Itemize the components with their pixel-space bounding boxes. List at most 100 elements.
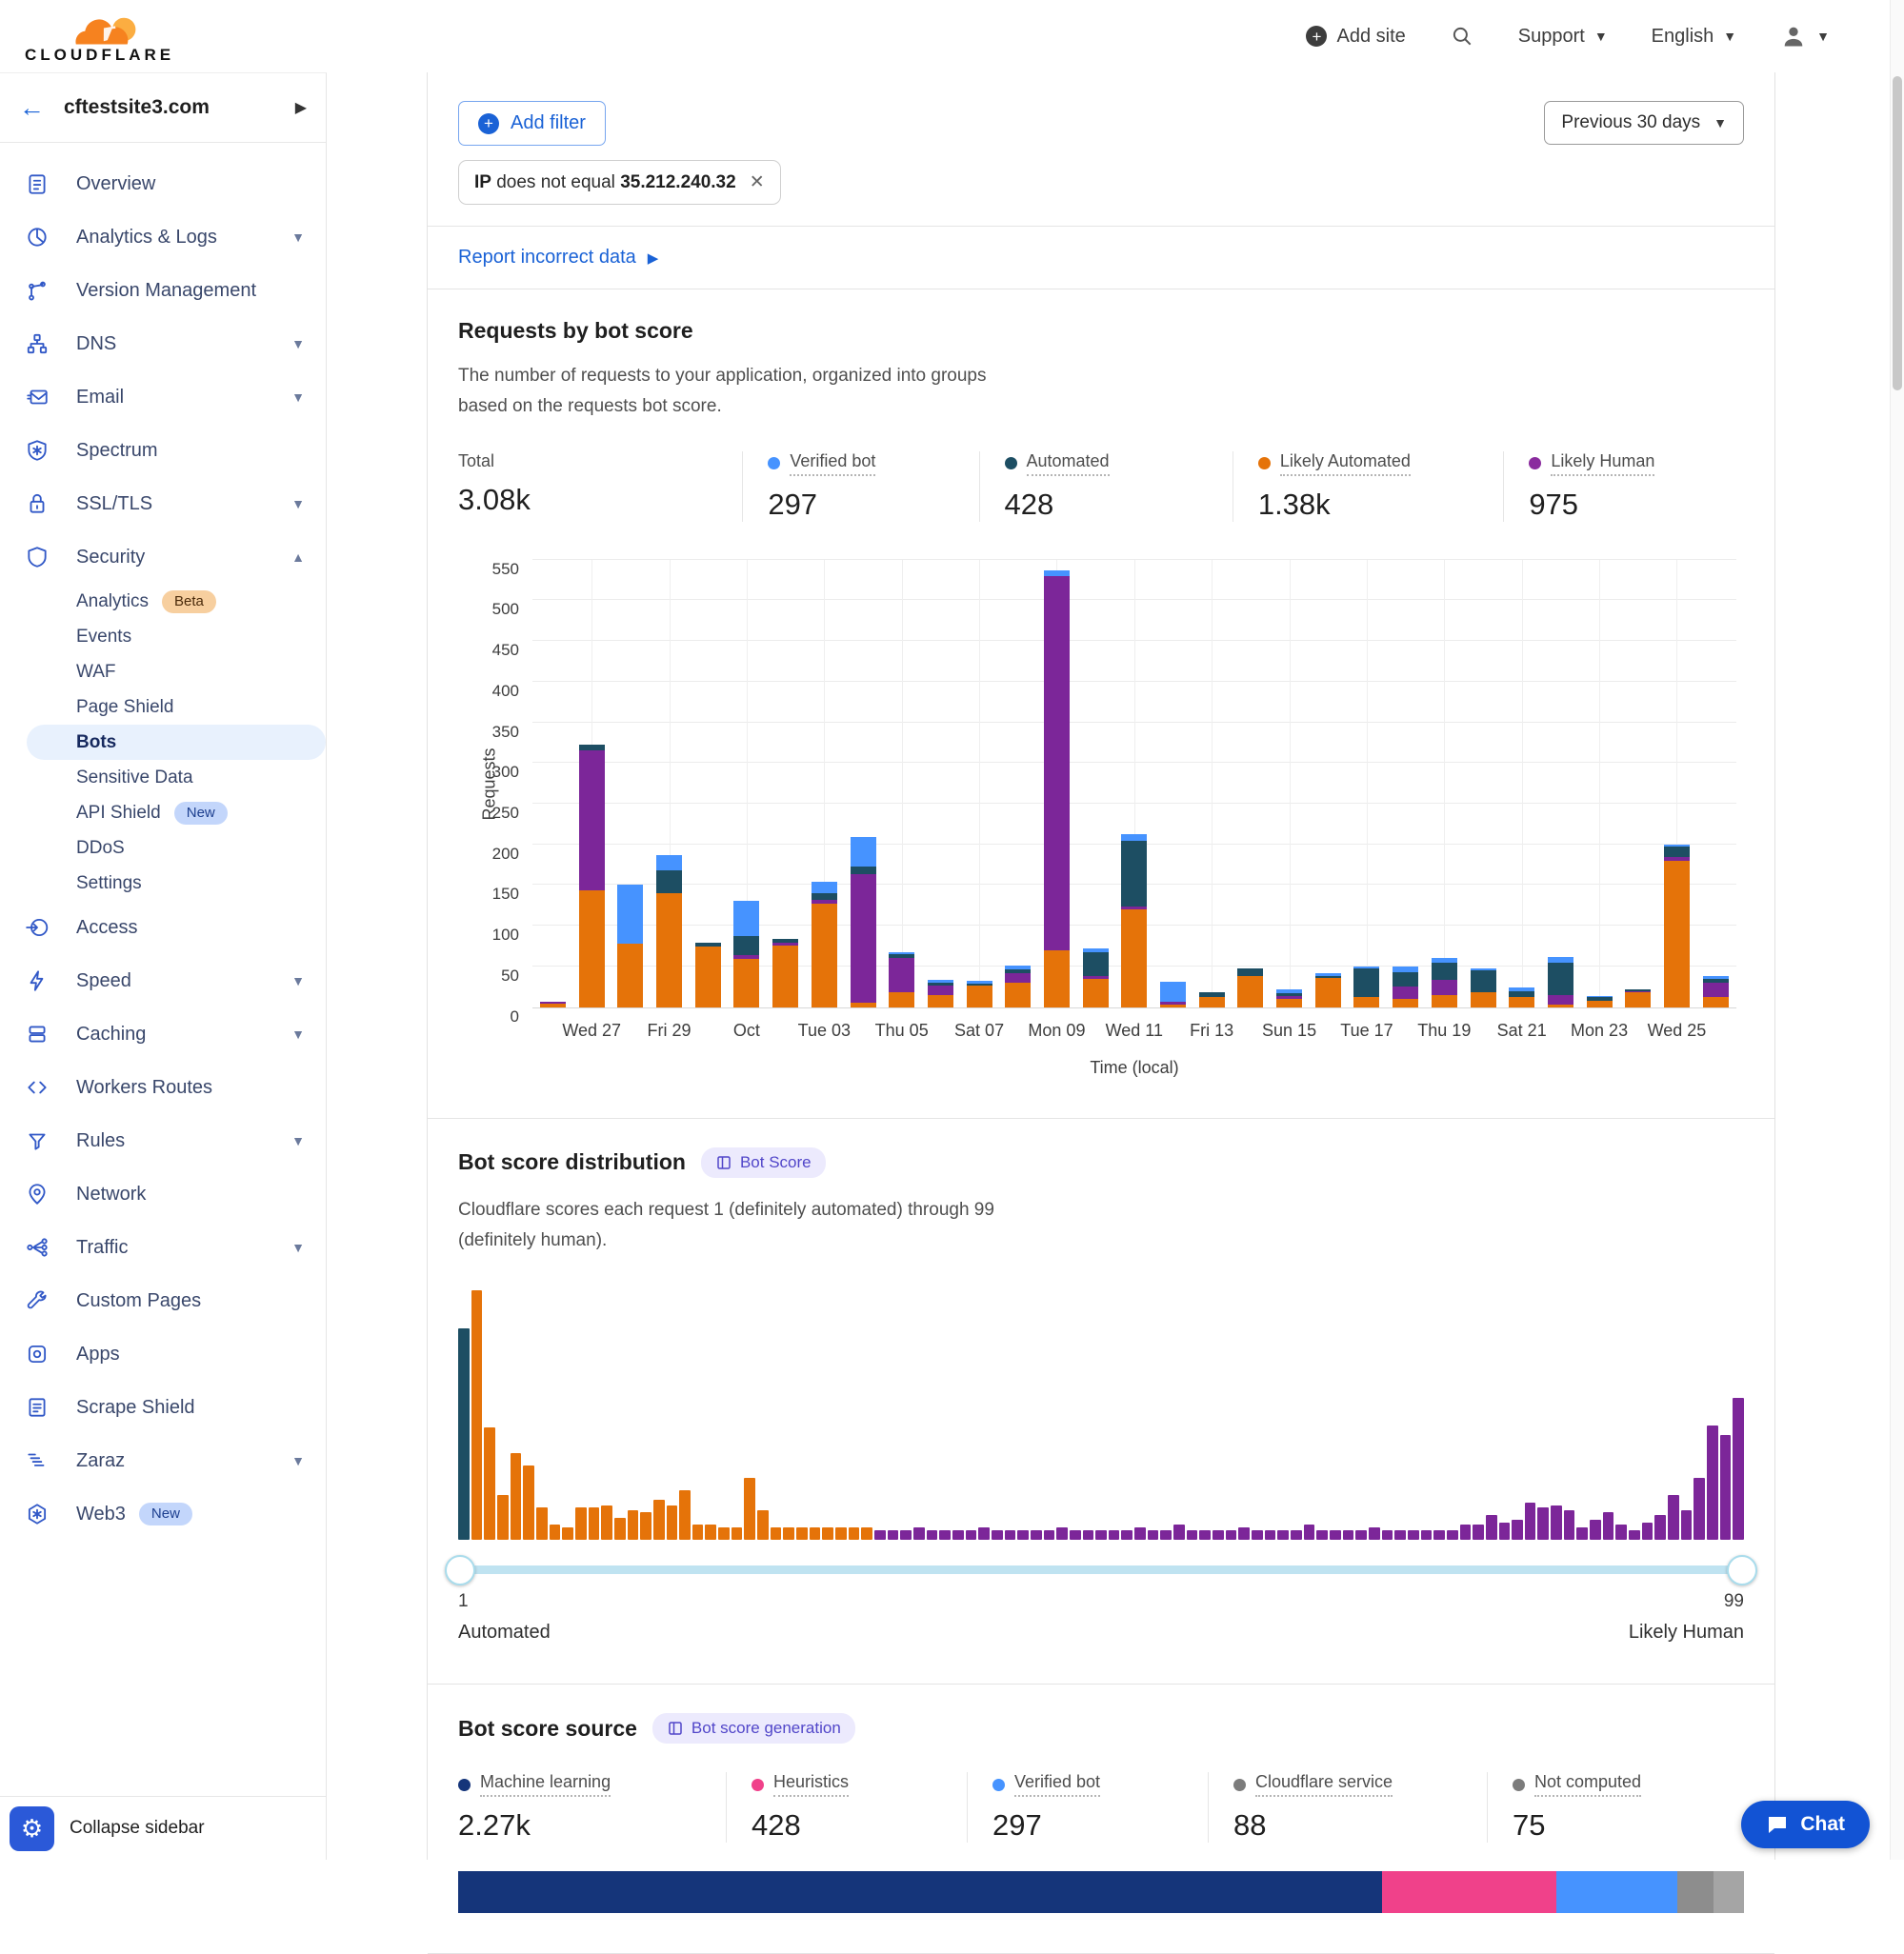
stat-label-text[interactable]: Verified bot [1014, 1772, 1100, 1797]
chart-bar[interactable]: Thu 05 [889, 560, 914, 1007]
stat-label-text[interactable]: Likely Human [1551, 451, 1654, 476]
histogram-bin[interactable] [523, 1466, 534, 1541]
chart-bar[interactable]: Sun 15 [1276, 560, 1302, 1007]
stat-label-text[interactable]: Cloudflare service [1255, 1772, 1393, 1797]
account-menu[interactable]: ▼ [1780, 23, 1830, 50]
histogram-bin[interactable] [718, 1527, 730, 1540]
histogram-bin[interactable] [1512, 1520, 1523, 1540]
sidebar-item-speed[interactable]: Speed▼ [0, 954, 326, 1007]
chart-bar[interactable]: Thu 19 [1432, 560, 1457, 1007]
histogram-bin[interactable] [628, 1510, 639, 1540]
histogram-bin[interactable] [1213, 1530, 1224, 1540]
histogram-bin[interactable] [1160, 1530, 1172, 1540]
histogram-bin[interactable] [732, 1527, 743, 1540]
chart-bar[interactable]: Mon 09 [1044, 560, 1070, 1007]
chart-bar[interactable] [1315, 560, 1341, 1007]
histogram-bin[interactable] [1499, 1523, 1511, 1540]
histogram-bin[interactable] [1148, 1530, 1159, 1540]
close-icon[interactable]: ✕ [750, 171, 765, 193]
quick-settings-button[interactable]: ⚙ [10, 1806, 54, 1851]
histogram-bin[interactable] [1681, 1510, 1693, 1540]
histogram-bin[interactable] [589, 1507, 600, 1540]
sidebar-item-bots[interactable]: Bots [27, 725, 326, 760]
chart-bar[interactable] [1005, 560, 1031, 1007]
histogram-bin[interactable] [1629, 1530, 1640, 1540]
histogram-bin[interactable] [822, 1527, 833, 1540]
sidebar-item-custom-pages[interactable]: Custom Pages [0, 1274, 326, 1327]
histogram-bin[interactable] [653, 1500, 665, 1540]
histogram-bin[interactable] [1044, 1530, 1055, 1540]
sidebar-item-waf[interactable]: WAF [0, 654, 326, 689]
histogram-bin[interactable] [1343, 1530, 1354, 1540]
sidebar-item-dns[interactable]: DNS▼ [0, 317, 326, 370]
sidebar-item-analytics-logs[interactable]: Analytics & Logs▼ [0, 210, 326, 264]
histogram-bin[interactable] [810, 1527, 821, 1540]
bot-score-generation-badge[interactable]: Bot score generation [652, 1713, 855, 1744]
sidebar-item-caching[interactable]: Caching▼ [0, 1007, 326, 1061]
back-arrow-icon[interactable]: ← [19, 93, 45, 123]
sidebar-item-analytics[interactable]: AnalyticsBeta [0, 584, 326, 619]
chart-bar[interactable] [1160, 560, 1186, 1007]
chart-bar[interactable]: Fri 13 [1199, 560, 1225, 1007]
chart-bar[interactable] [1625, 560, 1651, 1007]
histogram-bin[interactable] [575, 1507, 587, 1540]
chart-bar[interactable]: Sat 07 [967, 560, 992, 1007]
histogram-bin[interactable] [667, 1505, 678, 1541]
histogram-bin[interactable] [913, 1527, 925, 1540]
histogram-bin[interactable] [966, 1530, 977, 1540]
histogram-bin[interactable] [550, 1525, 561, 1540]
histogram-bin[interactable] [888, 1530, 899, 1540]
histogram-bin[interactable] [1355, 1530, 1367, 1540]
histogram-bin[interactable] [1720, 1435, 1732, 1540]
histogram-bin[interactable] [1564, 1510, 1575, 1540]
sidebar-item-settings[interactable]: Settings [0, 866, 326, 901]
histogram-bin[interactable] [1277, 1530, 1289, 1540]
collapse-sidebar-button[interactable]: Collapse sidebar [70, 1818, 205, 1839]
stat-label-text[interactable]: Not computed [1534, 1772, 1641, 1797]
chart-bar[interactable]: Wed 27 [579, 560, 605, 1007]
histogram-bin[interactable] [1447, 1530, 1458, 1540]
histogram-bin[interactable] [640, 1512, 651, 1540]
date-range-select[interactable]: Previous 30 days ▼ [1544, 101, 1744, 145]
histogram-bin[interactable] [1187, 1530, 1198, 1540]
sidebar-item-security[interactable]: Security▲ [0, 530, 326, 584]
histogram-bin[interactable] [1525, 1503, 1536, 1540]
histogram-bin[interactable] [744, 1478, 755, 1541]
histogram-bin[interactable] [692, 1525, 704, 1540]
source-segment-verified-bot[interactable] [1556, 1871, 1677, 1913]
sidebar-item-ddos[interactable]: DDoS [0, 830, 326, 866]
histogram-bin[interactable] [1017, 1530, 1029, 1540]
histogram-bin[interactable] [1460, 1525, 1472, 1540]
support-menu[interactable]: Support ▼ [1518, 26, 1608, 48]
histogram-bin[interactable] [1733, 1398, 1744, 1540]
source-segment-cloudflare-service[interactable] [1677, 1871, 1714, 1913]
histogram-bin[interactable] [1056, 1527, 1068, 1540]
histogram-bin[interactable] [1421, 1530, 1433, 1540]
report-incorrect-data-link[interactable]: Report incorrect data ▶ [428, 227, 1774, 289]
histogram-bin[interactable] [1473, 1525, 1484, 1540]
chart-bar[interactable] [617, 560, 643, 1007]
histogram-bin[interactable] [1005, 1530, 1016, 1540]
site-switcher[interactable]: ← cftestsite3.com ▶ [0, 73, 326, 143]
histogram-bin[interactable] [1537, 1507, 1549, 1540]
stat-label-text[interactable]: Likely Automated [1280, 451, 1411, 476]
source-segment-machine-learning[interactable] [458, 1871, 1382, 1913]
sidebar-item-page-shield[interactable]: Page Shield [0, 689, 326, 725]
sidebar-item-scrape-shield[interactable]: Scrape Shield [0, 1381, 326, 1434]
chevron-right-icon[interactable]: ▶ [295, 98, 307, 117]
vertical-scrollbar[interactable] [1890, 0, 1904, 1860]
sidebar-item-spectrum[interactable]: Spectrum [0, 424, 326, 477]
histogram-bin[interactable] [927, 1530, 938, 1540]
sidebar-item-traffic[interactable]: Traffic▼ [0, 1221, 326, 1274]
histogram-bin[interactable] [835, 1527, 847, 1540]
chart-bar[interactable]: Oct [733, 560, 759, 1007]
histogram-bin[interactable] [536, 1507, 548, 1540]
histogram-bin[interactable] [1265, 1530, 1276, 1540]
histogram-bin[interactable] [861, 1527, 872, 1540]
histogram-bin[interactable] [1551, 1505, 1562, 1541]
histogram-bin[interactable] [1382, 1530, 1393, 1540]
histogram-bin[interactable] [1694, 1478, 1705, 1541]
histogram-bin[interactable] [1408, 1530, 1419, 1540]
add-site-button[interactable]: + Add site [1306, 26, 1405, 48]
chart-bar[interactable]: Wed 25 [1664, 560, 1690, 1007]
